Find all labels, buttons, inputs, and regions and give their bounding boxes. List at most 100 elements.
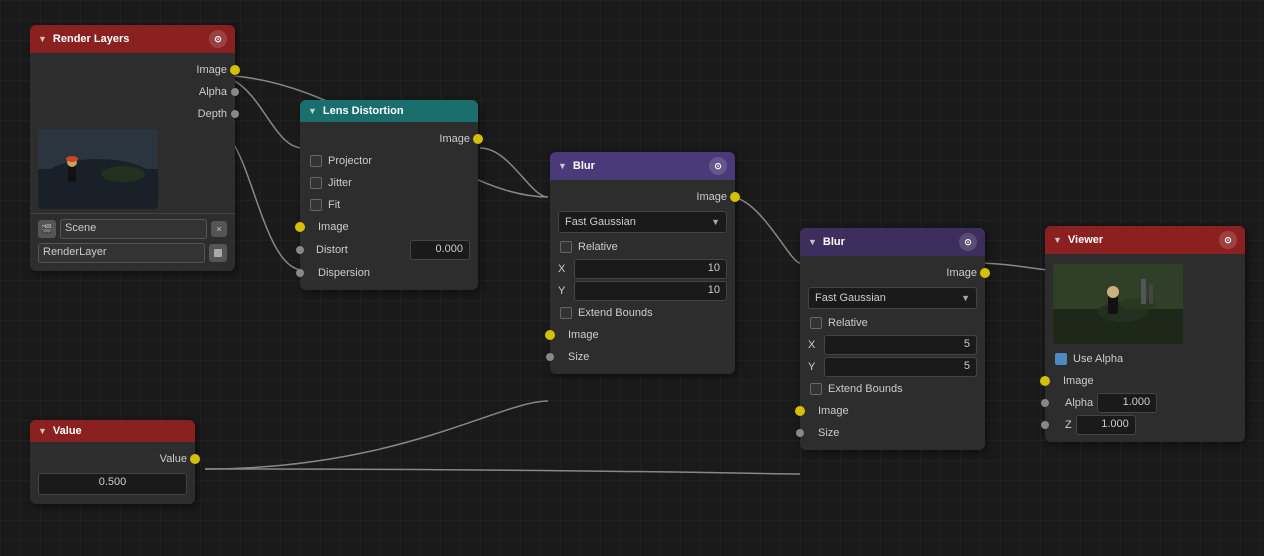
distort-label: Distort [316, 244, 348, 256]
use-alpha-checkbox[interactable] [1055, 353, 1067, 365]
viewer-alpha-socket[interactable] [1041, 399, 1049, 407]
lens-input-image-socket[interactable] [295, 222, 305, 232]
blur1-y-row: Y 10 [550, 280, 735, 302]
viewer-collapse-arrow[interactable]: ▼ [1053, 235, 1062, 245]
distort-input[interactable]: 0.000 [410, 240, 470, 260]
blur1-node: ▼ Blur ⊙ Image Fast Gaussian ▼ Relative … [550, 152, 735, 374]
use-alpha-row: Use Alpha [1045, 348, 1245, 370]
blur2-y-input[interactable]: 5 [824, 357, 977, 377]
use-alpha-label: Use Alpha [1073, 353, 1123, 365]
viewer-input-image-row: Image [1045, 370, 1245, 392]
value-collapse-arrow[interactable]: ▼ [38, 426, 47, 436]
projector-row: Projector [300, 150, 478, 172]
blur1-x-input[interactable]: 10 [574, 259, 727, 279]
fit-checkbox[interactable] [310, 199, 322, 211]
blur1-relative-checkbox[interactable] [560, 241, 572, 253]
blur2-extend-label: Extend Bounds [828, 383, 903, 395]
dispersion-label: Dispersion [318, 267, 370, 279]
viewer-preview-image [1053, 264, 1183, 344]
blur1-extend-checkbox[interactable] [560, 307, 572, 319]
blur2-input-size-label: Size [818, 427, 839, 439]
output-alpha-label: Alpha [199, 86, 227, 98]
viewer-input-image-label: Image [1063, 375, 1094, 387]
lens-output-image-socket[interactable] [473, 134, 483, 144]
viewer-alpha-row: Alpha 1.000 [1045, 392, 1245, 414]
lens-distortion-node: ▼ Lens Distortion Image Projector Jitter… [300, 100, 478, 290]
render-layer-select[interactable]: RenderLayer [38, 243, 205, 263]
blur1-input-size-socket[interactable] [546, 353, 554, 361]
lens-output-image-row: Image [300, 128, 478, 150]
projector-checkbox[interactable] [310, 155, 322, 167]
blur2-dropdown[interactable]: Fast Gaussian ▼ [808, 287, 977, 309]
blur2-dropdown-row: Fast Gaussian ▼ [800, 284, 985, 312]
dispersion-socket[interactable] [296, 269, 304, 277]
blur2-extend-row: Extend Bounds [800, 378, 985, 400]
blur1-extend-label: Extend Bounds [578, 307, 653, 319]
lens-distortion-header: ▼ Lens Distortion [300, 100, 478, 122]
blur1-input-image-socket[interactable] [545, 330, 555, 340]
output-image-label: Image [196, 64, 227, 76]
blur2-icon: ⊙ [959, 233, 977, 251]
blur1-input-size-row: Size [550, 346, 735, 368]
value-output-socket[interactable] [190, 454, 200, 464]
blur2-input-size-socket[interactable] [796, 429, 804, 437]
distort-row: Distort 0.000 [300, 238, 478, 262]
blur2-dropdown-label: Fast Gaussian [815, 292, 886, 304]
blur2-relative-checkbox[interactable] [810, 317, 822, 329]
output-image-row: Image [30, 59, 235, 81]
output-alpha-row: Alpha [30, 81, 235, 103]
jitter-label: Jitter [328, 177, 352, 189]
fit-row: Fit [300, 194, 478, 216]
blur2-title: Blur [823, 236, 845, 248]
value-input[interactable]: 0.500 [38, 473, 187, 495]
blur1-dropdown[interactable]: Fast Gaussian ▼ [558, 211, 727, 233]
blur2-input-image-socket[interactable] [795, 406, 805, 416]
scene-close-button[interactable]: × [211, 221, 227, 237]
output-depth-socket[interactable] [231, 110, 239, 118]
render-layers-node: ▼ Render Layers ⊙ Image Alpha Depth [30, 25, 235, 271]
distort-socket[interactable] [296, 246, 304, 254]
viewer-z-socket[interactable] [1041, 421, 1049, 429]
lens-input-image-label: Image [318, 221, 349, 233]
blur2-x-input[interactable]: 5 [824, 335, 977, 355]
blur1-x-label: X [558, 263, 570, 275]
blur1-y-label: Y [558, 285, 570, 297]
render-preview-image [38, 129, 158, 209]
blur2-y-row: Y 5 [800, 356, 985, 378]
blur1-dropdown-label: Fast Gaussian [565, 216, 636, 228]
blur2-input-image-label: Image [818, 405, 849, 417]
dispersion-row: Dispersion [300, 262, 478, 284]
blur2-collapse-arrow[interactable]: ▼ [808, 237, 817, 247]
blur1-dropdown-arrow: ▼ [711, 217, 720, 227]
scene-row: 🎬 Scene × [30, 217, 235, 241]
output-image-socket[interactable] [230, 65, 240, 75]
render-button[interactable] [209, 244, 227, 262]
render-layers-header: ▼ Render Layers ⊙ [30, 25, 235, 53]
blur1-x-row: X 10 [550, 258, 735, 280]
blur1-y-input[interactable]: 10 [574, 281, 727, 301]
blur2-output-row: Image [800, 262, 985, 284]
value-header: ▼ Value [30, 420, 195, 442]
blur1-input-image-row: Image [550, 324, 735, 346]
blur1-relative-label: Relative [578, 241, 618, 253]
viewer-z-label: Z [1065, 419, 1072, 431]
output-alpha-socket[interactable] [231, 88, 239, 96]
blur2-output-socket[interactable] [980, 268, 990, 278]
viewer-z-row: Z 1.000 [1045, 414, 1245, 436]
viewer-title: Viewer [1068, 234, 1103, 246]
output-depth-label: Depth [198, 108, 227, 120]
viewer-input-image-socket[interactable] [1040, 376, 1050, 386]
blur1-collapse-arrow[interactable]: ▼ [558, 161, 567, 171]
blur1-relative-row: Relative [550, 236, 735, 258]
jitter-checkbox[interactable] [310, 177, 322, 189]
blur1-title: Blur [573, 160, 595, 172]
blur1-input-size-label: Size [568, 351, 589, 363]
viewer-alpha-input[interactable]: 1.000 [1097, 393, 1157, 413]
lens-collapse-arrow[interactable]: ▼ [308, 106, 317, 116]
blur2-extend-checkbox[interactable] [810, 383, 822, 395]
collapse-arrow[interactable]: ▼ [38, 34, 47, 44]
viewer-z-input[interactable]: 1.000 [1076, 415, 1136, 435]
blur2-input-image-row: Image [800, 400, 985, 422]
scene-select[interactable]: Scene [60, 219, 207, 239]
blur1-output-socket[interactable] [730, 192, 740, 202]
